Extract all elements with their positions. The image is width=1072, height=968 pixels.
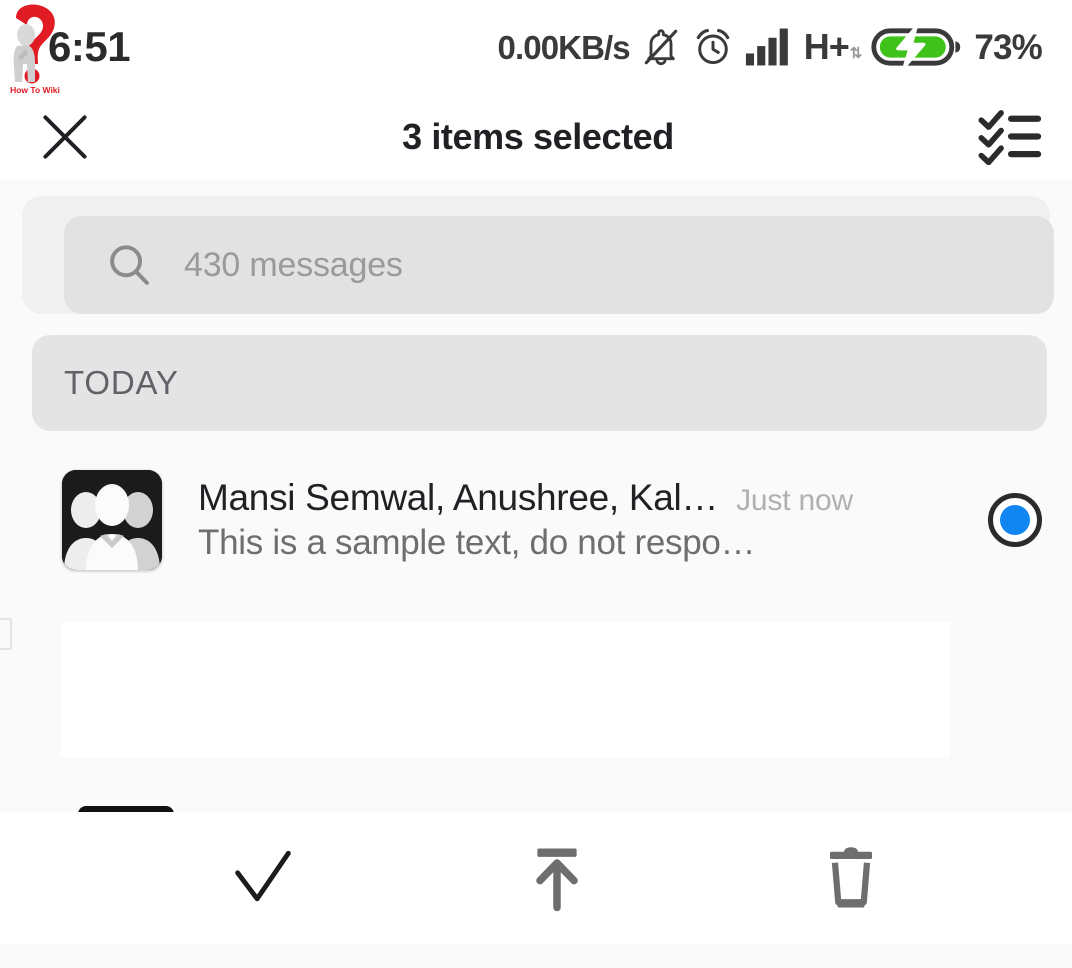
network-speed-label: 0.00KB/s <box>497 28 631 66</box>
status-bar-right: 0.00KB/s H+ ⇅ 73% <box>498 24 1054 70</box>
trash-can-icon <box>830 847 872 908</box>
close-selection-button[interactable] <box>30 102 100 172</box>
search-input[interactable]: 430 messages <box>64 216 1054 314</box>
status-bar-left: How To Wiki 6:51 <box>0 0 131 95</box>
conversation-timestamp: Just now <box>736 484 853 517</box>
select-all-button[interactable] <box>976 102 1046 172</box>
group-avatar-silhouettes <box>62 470 162 570</box>
network-type-label: H+ <box>803 26 850 67</box>
archive-button[interactable] <box>509 830 605 926</box>
data-transfer-arrows-icon: ⇅ <box>849 45 863 62</box>
cellular-signal-icon <box>745 28 788 66</box>
delete-button[interactable] <box>803 830 899 926</box>
checkmark-icon <box>235 850 291 902</box>
bell-muted-icon <box>644 29 677 66</box>
alarm-clock-icon <box>696 28 730 65</box>
status-bar: How To Wiki 6:51 0.00KB/s H+ ⇅ 73% <box>0 0 1072 95</box>
select-all-checklist-icon <box>978 110 1042 165</box>
search-icon <box>110 245 149 285</box>
battery-charging-icon <box>871 25 961 69</box>
battery-percent-label: 73% <box>974 27 1042 67</box>
message-list-scroll-area[interactable]: 430 messages TODAY Mansi Semwal, Anushre… <box>0 180 1072 812</box>
conversation-row[interactable]: Mansi Semwal, Anushree, Kal… Just now Th… <box>0 462 1072 578</box>
section-header-today: TODAY <box>32 335 1047 431</box>
conversation-title-row: Mansi Semwal, Anushree, Kal… Just now <box>198 477 970 519</box>
conversation-select-radio[interactable] <box>988 493 1042 547</box>
bottom-nav-strip <box>0 944 1072 968</box>
search-placeholder-text: 430 messages <box>184 245 403 284</box>
conversation-text-block: Mansi Semwal, Anushree, Kal… Just now Th… <box>198 477 970 563</box>
page-title: 3 items selected <box>402 116 674 157</box>
radio-selected-icon <box>1000 505 1030 535</box>
archive-up-arrow-icon <box>536 848 578 912</box>
status-time: 6:51 <box>48 23 131 70</box>
group-avatar-icon <box>62 470 162 570</box>
empty-card-placeholder <box>61 622 950 757</box>
close-x-icon <box>43 115 87 159</box>
search-container: 430 messages <box>22 196 1054 314</box>
conversation-snippet: This is a sample text, do not respo… <box>198 523 756 562</box>
mark-read-button[interactable] <box>215 830 311 926</box>
conversation-title: Mansi Semwal, Anushree, Kal… <box>198 477 719 518</box>
selection-toolbar <box>0 812 1072 944</box>
section-header-label: TODAY <box>64 364 179 401</box>
selection-action-bar: 3 items selected <box>0 94 1072 180</box>
network-type-group: H+ ⇅ <box>803 26 863 67</box>
left-edge-artifact <box>0 618 12 650</box>
